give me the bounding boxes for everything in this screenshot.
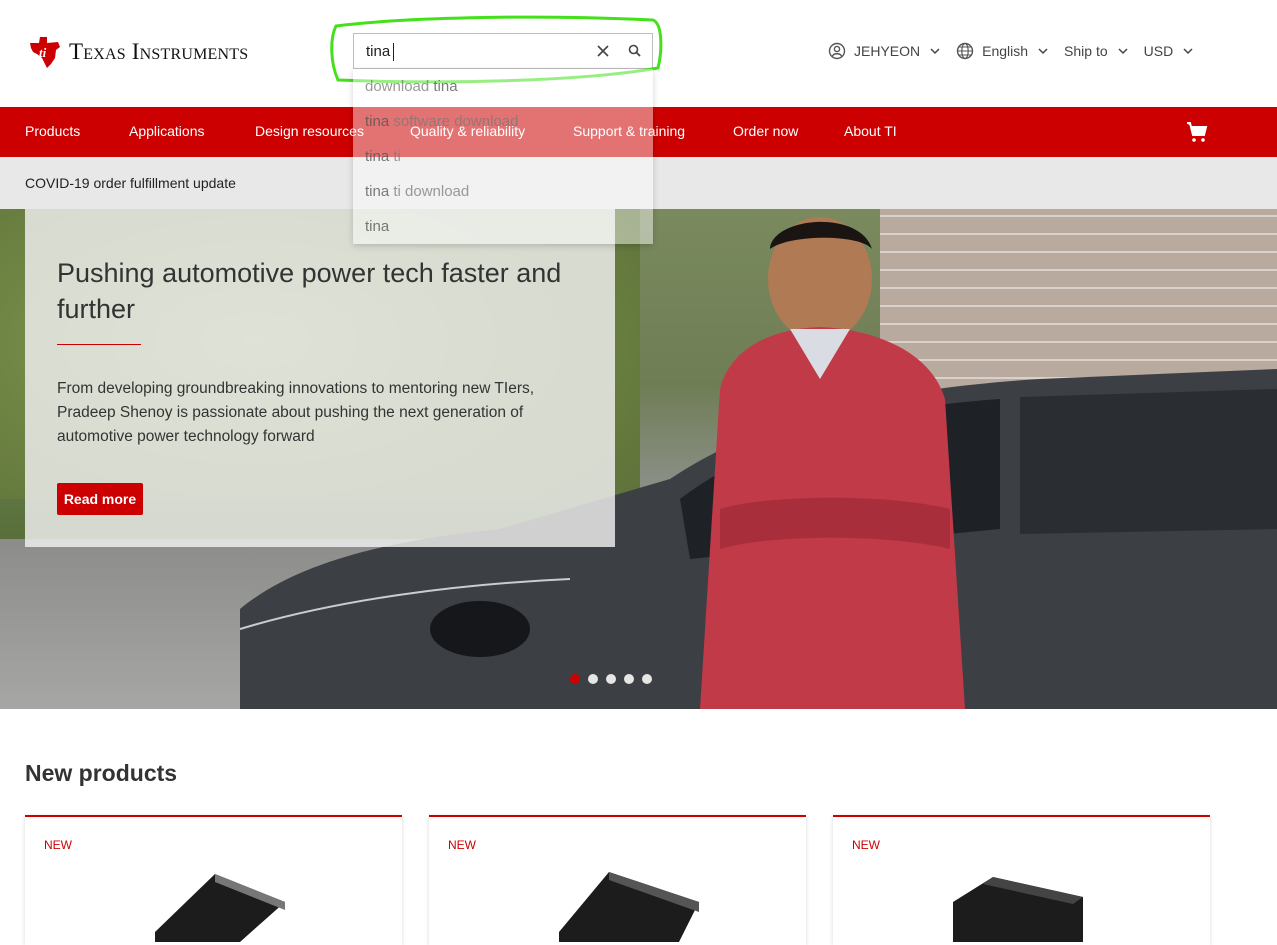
product-chip-image xyxy=(559,872,699,942)
suggestion-text: ti xyxy=(389,148,401,165)
account-icon xyxy=(828,42,846,60)
hero-person-image xyxy=(700,217,965,709)
suggestion-match: tina xyxy=(433,78,458,95)
product-card[interactable]: NEW xyxy=(25,815,402,945)
ti-logo-icon: ti xyxy=(30,37,60,68)
header-utilities: JEHYEON English Ship to USD xyxy=(828,42,1209,60)
suggestion-match: tina xyxy=(365,113,390,130)
carousel-dot-3[interactable] xyxy=(606,674,616,684)
new-badge: NEW xyxy=(44,838,72,852)
product-card[interactable]: NEW xyxy=(833,815,1210,945)
language-label: English xyxy=(982,43,1029,59)
nav-design-resources[interactable]: Design resources xyxy=(255,123,364,139)
account-menu[interactable]: JEHYEON xyxy=(828,42,940,60)
carousel-dots xyxy=(570,674,660,684)
suggestion-match: tina xyxy=(365,183,390,200)
suggestion-item[interactable]: tina ti xyxy=(353,139,653,174)
covid-update-link[interactable]: COVID-19 order fulfillment update xyxy=(25,175,236,191)
hero-carousel: Pushing automotive power tech faster and… xyxy=(0,209,1277,709)
brand-name: Texas Instruments xyxy=(69,39,249,64)
carousel-dot-5[interactable] xyxy=(642,674,652,684)
carousel-dot-4[interactable] xyxy=(624,674,634,684)
ship-to-label: Ship to xyxy=(1064,43,1108,59)
nav-products[interactable]: Products xyxy=(25,123,80,139)
new-badge: NEW xyxy=(852,838,880,852)
hero-title: Pushing automotive power tech faster and… xyxy=(57,258,562,324)
search-input[interactable] xyxy=(354,36,582,66)
hero-description: From developing groundbreaking innovatio… xyxy=(57,380,535,445)
search-icon[interactable] xyxy=(626,42,644,60)
suggestion-item[interactable]: tina ti download xyxy=(353,174,653,209)
chevron-down-icon xyxy=(1118,48,1128,55)
ti-logo[interactable]: ti Texas Instruments xyxy=(25,34,248,70)
nav-applications[interactable]: Applications xyxy=(129,123,205,139)
hero-card: Pushing automotive power tech faster and… xyxy=(25,209,615,547)
suggestion-text: ti download xyxy=(389,183,470,200)
svg-text:ti: ti xyxy=(39,45,47,60)
nav-order-now[interactable]: Order now xyxy=(733,123,798,139)
currency-label: USD xyxy=(1143,43,1174,59)
read-more-button[interactable]: Read more xyxy=(57,483,143,515)
nav-about-ti[interactable]: About TI xyxy=(844,123,897,139)
suggestion-text: software download xyxy=(389,113,519,130)
suggestion-item[interactable]: tina xyxy=(353,209,653,244)
product-card[interactable]: NEW xyxy=(429,815,806,945)
globe-icon xyxy=(956,42,974,60)
product-chip-image xyxy=(155,874,285,942)
ship-to-menu[interactable]: Ship to xyxy=(1064,43,1128,59)
search-suggestions: download tina tina software download tin… xyxy=(353,69,653,244)
suggestion-match: tina xyxy=(365,148,390,165)
product-chip-image xyxy=(953,877,1083,942)
chevron-down-icon xyxy=(1183,48,1193,55)
suggestion-match: tina xyxy=(365,218,390,235)
suggestion-item[interactable]: tina software download xyxy=(353,104,653,139)
search-box[interactable] xyxy=(353,33,653,69)
account-name: JEHYEON xyxy=(854,43,921,59)
chevron-down-icon xyxy=(930,48,940,55)
new-products-title: New products xyxy=(25,760,178,786)
suggestion-item[interactable]: download tina xyxy=(353,69,653,104)
currency-menu[interactable]: USD xyxy=(1144,43,1194,59)
hero-divider xyxy=(57,344,141,345)
carousel-dot-1[interactable] xyxy=(570,674,580,684)
cart-icon[interactable] xyxy=(1185,120,1209,144)
carousel-dot-2[interactable] xyxy=(588,674,598,684)
clear-search-icon[interactable] xyxy=(594,42,612,60)
chevron-down-icon xyxy=(1038,48,1048,55)
new-badge: NEW xyxy=(448,838,476,852)
suggestion-text: download xyxy=(365,78,434,95)
text-caret xyxy=(393,43,394,61)
language-menu[interactable]: English xyxy=(956,42,1048,60)
